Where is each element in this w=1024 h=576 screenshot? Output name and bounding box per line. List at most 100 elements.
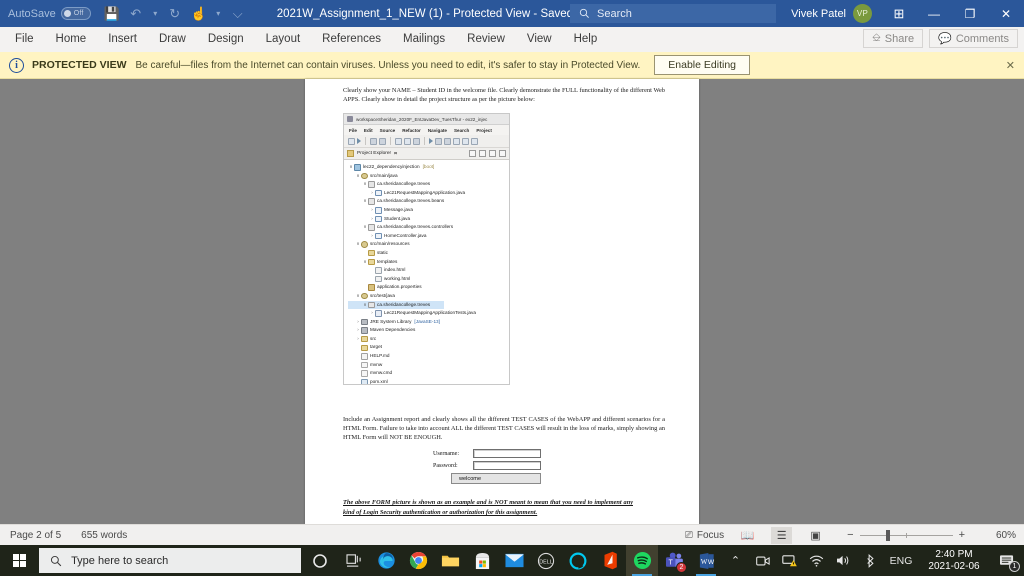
- lib-icon: [361, 318, 368, 326]
- tab-draw[interactable]: Draw: [148, 27, 197, 52]
- start-button[interactable]: [0, 545, 39, 576]
- eclipse-menu-search: Search: [453, 127, 470, 133]
- enable-editing-button[interactable]: Enable Editing: [654, 55, 750, 75]
- eclipse-view-tabs: Project Explorer ⌗: [344, 148, 509, 160]
- project-explorer-tab-close-icon: ⌗: [394, 151, 397, 157]
- touch-dropdown-icon[interactable]: ▾: [212, 3, 225, 24]
- fold-icon: [361, 344, 368, 352]
- tab-design[interactable]: Design: [197, 27, 255, 52]
- pkg-icon: [368, 224, 375, 231]
- print-icon: [395, 137, 402, 145]
- print-layout-icon[interactable]: ☰: [771, 526, 793, 544]
- close-icon[interactable]: ✕: [1006, 59, 1015, 72]
- close-button[interactable]: ✕: [988, 0, 1024, 27]
- welcome-submit-button: welcome: [451, 473, 541, 484]
- tab-review[interactable]: Review: [456, 27, 516, 52]
- clock[interactable]: 2:40 PM 2021-02-06: [918, 549, 990, 573]
- taskbar-app-alexa[interactable]: [562, 545, 594, 576]
- wifi-icon[interactable]: [803, 545, 830, 576]
- tree-item: › Message.java: [348, 206, 509, 215]
- taskbar-app-microsoft-office[interactable]: [594, 545, 626, 576]
- pkg-icon: [368, 181, 375, 188]
- undo-dropdown-icon[interactable]: ▾: [149, 3, 162, 24]
- prop-icon: [368, 284, 375, 291]
- network-warning-icon[interactable]: [776, 545, 803, 576]
- tab-help[interactable]: Help: [563, 27, 609, 52]
- tab-view[interactable]: View: [516, 27, 563, 52]
- tree-item-label: static: [377, 249, 388, 255]
- meet-now-icon[interactable]: [749, 545, 776, 576]
- taskbar-app-google-chrome[interactable]: [402, 545, 434, 576]
- tab-home[interactable]: Home: [45, 27, 98, 52]
- ribbon-display-options-icon[interactable]: ⊞: [882, 0, 916, 27]
- touch-mode-icon[interactable]: ☝: [188, 3, 210, 24]
- language-indicator[interactable]: ENG: [884, 545, 918, 576]
- tree-item-label: ca.sheridancollege.treves.beans: [377, 198, 445, 204]
- tab-layout[interactable]: Layout: [255, 27, 312, 52]
- comments-label: Comments: [955, 32, 1009, 45]
- cortana-icon[interactable]: [301, 545, 338, 576]
- clock-time: 2:40 PM: [935, 548, 973, 560]
- pkg-icon: [368, 198, 375, 205]
- document-canvas[interactable]: Clearly show your NAME – Student ID in t…: [0, 79, 1024, 524]
- word-protected-view-window: AutoSave Off 💾 ↶ ▾ ↻ ☝ ▾ ⌵ 2021W_Assignm…: [0, 0, 1024, 576]
- taskbar-app-microsoft-edge[interactable]: [370, 545, 402, 576]
- zoom-track[interactable]: [859, 529, 953, 541]
- eclipse-menu-file: File: [349, 127, 357, 133]
- tree-item-label: src: [370, 335, 377, 341]
- zoom-level[interactable]: 60%: [986, 530, 1016, 541]
- read-mode-icon[interactable]: 📖: [737, 527, 758, 544]
- share-button[interactable]: ⎒ Share: [863, 29, 924, 48]
- restore-button[interactable]: ❐: [952, 0, 988, 27]
- taskbar-app-mail[interactable]: [498, 545, 530, 576]
- taskbar-search-input[interactable]: Type here to search: [39, 548, 301, 573]
- taskbar-app-microsoft-store[interactable]: [466, 545, 498, 576]
- taskbar-app-dell[interactable]: DELL: [530, 545, 562, 576]
- zoom-out-button[interactable]: −: [841, 529, 859, 541]
- word-count[interactable]: 655 words: [81, 530, 127, 541]
- tree-item-label: templates: [377, 258, 398, 264]
- autosave-switch[interactable]: Off: [60, 7, 91, 20]
- account-area[interactable]: Vivek Patel VP: [791, 0, 872, 27]
- zoom-slider[interactable]: − +: [841, 529, 971, 541]
- search-icon: [579, 8, 589, 18]
- show-hidden-icons-icon[interactable]: ⌃: [722, 545, 749, 576]
- task-view-icon[interactable]: [338, 545, 370, 576]
- customize-quick-access-icon[interactable]: ⌵: [227, 3, 249, 24]
- search-box[interactable]: Search: [570, 4, 776, 23]
- tab-file[interactable]: File: [4, 27, 45, 52]
- filter-icon: [489, 150, 496, 157]
- save-icon[interactable]: 💾: [101, 3, 123, 24]
- autosave-toggle[interactable]: AutoSave Off: [8, 7, 91, 20]
- new-icon: [348, 137, 355, 145]
- focus-button[interactable]: ⎚ Focus: [685, 530, 724, 541]
- svg-text:T: T: [668, 558, 673, 566]
- bluetooth-icon[interactable]: [857, 545, 884, 576]
- document-page[interactable]: Clearly show your NAME – Student ID in t…: [305, 79, 699, 524]
- project-explorer-icon: [347, 150, 354, 157]
- minimize-button[interactable]: —: [916, 0, 952, 27]
- autosave-label: AutoSave: [8, 7, 56, 20]
- taskbar-app-file-explorer[interactable]: [434, 545, 466, 576]
- taskbar-app-microsoft-word[interactable]: W W: [690, 545, 722, 576]
- page-indicator[interactable]: Page 2 of 5: [10, 530, 61, 541]
- undo-icon[interactable]: ↶: [125, 3, 147, 24]
- avatar[interactable]: VP: [853, 4, 872, 23]
- comments-button[interactable]: 💬 Comments: [929, 29, 1018, 48]
- lib-icon: [361, 327, 368, 334]
- notifications-button[interactable]: 1: [990, 545, 1024, 576]
- tree-item-label: mvnw: [370, 361, 383, 367]
- tab-mailings[interactable]: Mailings: [392, 27, 456, 52]
- volume-icon[interactable]: [830, 545, 857, 576]
- redo-icon[interactable]: ↻: [164, 3, 186, 24]
- zoom-knob[interactable]: [885, 529, 890, 541]
- web-layout-icon[interactable]: ▣: [805, 527, 826, 544]
- tree-item: ∨ ca.sheridancollege.treves: [348, 180, 509, 189]
- tree-item: ∨ lec22_dependencyinjection [boot]: [348, 163, 509, 172]
- tree-item-label: HomeController.java: [384, 232, 427, 238]
- tab-insert[interactable]: Insert: [97, 27, 148, 52]
- taskbar-app-microsoft-teams[interactable]: T 2: [658, 545, 690, 576]
- zoom-in-button[interactable]: +: [953, 529, 971, 541]
- taskbar-app-spotify[interactable]: [626, 545, 658, 576]
- tab-references[interactable]: References: [311, 27, 392, 52]
